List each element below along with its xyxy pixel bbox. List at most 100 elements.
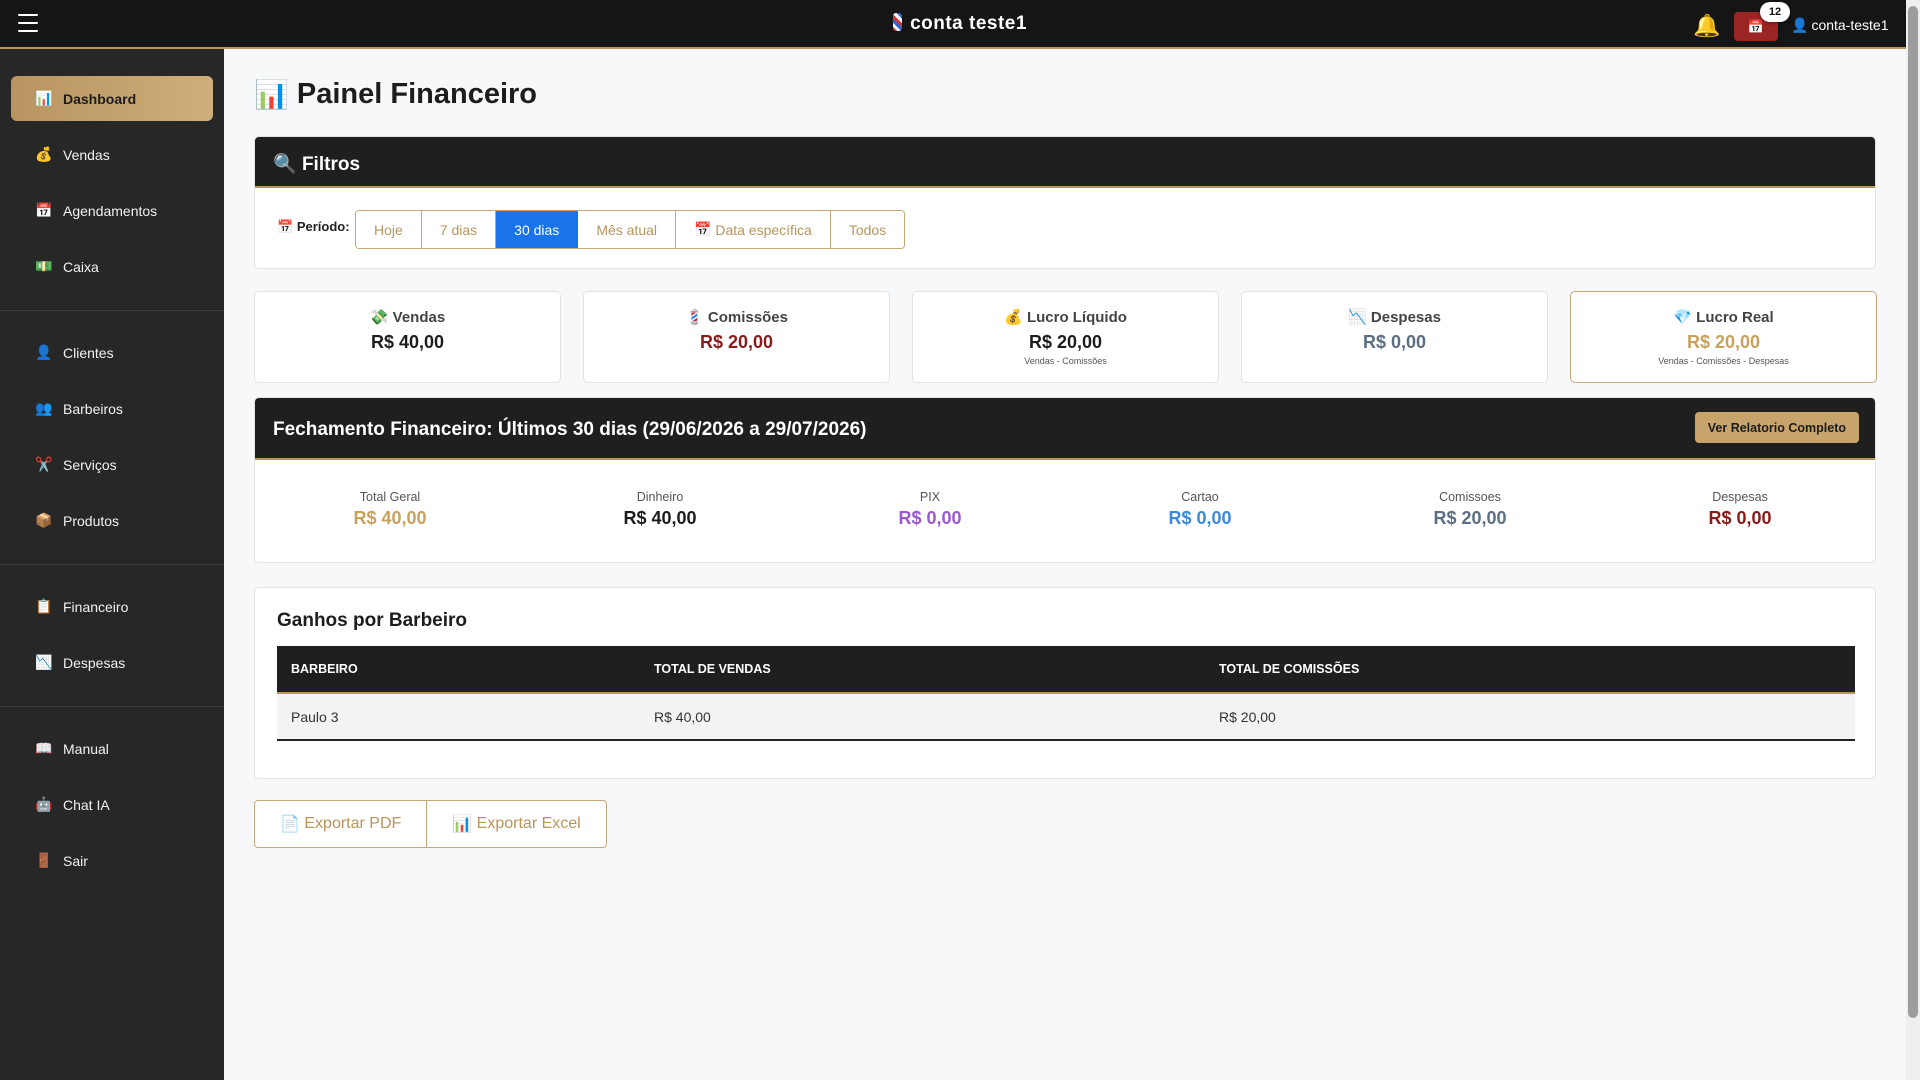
stat-card-lucro-real: 💎 Lucro Real R$ 20,00 Vendas - Comissões… [1570, 291, 1877, 383]
sidebar-item-label: Sair [63, 852, 88, 869]
user-menu[interactable]: 👤 conta-teste1 [1791, 17, 1889, 34]
hamburger-menu-icon[interactable] [18, 14, 38, 32]
money-bag-icon: 💰 [35, 146, 53, 162]
financial-closing-title: Fechamento Financeiro: Últimos 30 dias (… [273, 419, 867, 440]
earnings-table: BARBEIRO TOTAL DE VENDAS TOTAL DE COMISS… [277, 646, 1855, 741]
cell-total-vendas: R$ 40,00 [640, 693, 1205, 741]
period-label: 📅 Período: [277, 219, 350, 235]
sidebar-item-manual[interactable]: 📖 Manual [11, 726, 213, 771]
brand-title: conta teste1 [0, 13, 1920, 35]
page-title-text: Painel Financeiro [296, 78, 538, 110]
calendar-icon: 📅 [277, 219, 294, 234]
metric-label: PIX [919, 490, 941, 504]
period-option-7-dias[interactable]: 7 dias [421, 211, 497, 248]
stat-label: 💸 Vendas [255, 308, 560, 326]
sidebar-item-label: Manual [63, 740, 109, 757]
export-buttons: 📄 Exportar PDF 📊 Exportar Excel [254, 800, 607, 848]
filters-header: 🔍 Filtros [255, 137, 1875, 188]
metric-despesas: Despesas R$ 0,00 [1605, 490, 1875, 529]
sidebar-item-dashboard[interactable]: 📊 Dashboard [11, 76, 213, 121]
stat-value: R$ 20,00 [1686, 332, 1761, 352]
calendar-icon: 📅 [694, 221, 712, 237]
stat-label: 💈 Comissões [584, 308, 889, 326]
user-name: conta-teste1 [1811, 17, 1889, 33]
scrollbar-thumb[interactable] [1908, 6, 1918, 1018]
sidebar-item-caixa[interactable]: 💵 Caixa [11, 244, 213, 289]
chart-down-icon: 📉 [1348, 309, 1367, 326]
sidebar-item-sair[interactable]: 🚪 Sair [11, 838, 213, 883]
clipboard-icon: 📋 [35, 598, 53, 614]
financial-closing-header: Fechamento Financeiro: Últimos 30 dias (… [255, 398, 1875, 460]
sidebar-item-label: Caixa [63, 258, 99, 275]
metric-label: Dinheiro [636, 490, 684, 504]
vertical-scrollbar[interactable] [1906, 0, 1920, 1080]
sidebar-item-servicos[interactable]: ✂️ Serviços [11, 442, 213, 487]
sidebar-item-barbeiros[interactable]: 👥 Barbeiros [11, 386, 213, 431]
bar-chart-icon: 📊 [254, 79, 289, 110]
sidebar-divider [0, 310, 224, 311]
calendar-icon: 📅 [1747, 18, 1765, 34]
sidebar-item-financeiro[interactable]: 📋 Financeiro [11, 584, 213, 629]
metric-cartao: Cartao R$ 0,00 [1065, 490, 1335, 529]
metric-value: R$ 0,00 [1168, 508, 1232, 528]
stat-value: R$ 20,00 [699, 332, 774, 352]
period-option-mes-atual[interactable]: Mês atual [578, 211, 677, 248]
search-icon: 🔍 [273, 154, 297, 175]
stat-card-despesas: 📉 Despesas R$ 0,00 [1241, 291, 1548, 383]
bar-chart-icon: 📊 [35, 90, 53, 106]
stat-value: R$ 20,00 [1028, 332, 1103, 352]
sidebar-item-label: Financeiro [63, 598, 129, 615]
sidebar-item-label: Barbeiros [63, 400, 123, 417]
period-selector: Hoje 7 dias 30 dias Mês atual 📅 Data esp… [355, 210, 906, 249]
bar-chart-icon: 📊 [452, 816, 473, 833]
stat-note: Vendas - Comissões [1024, 356, 1107, 366]
stat-label: 📉 Despesas [1242, 308, 1547, 326]
closing-metrics: Total Geral R$ 40,00 Dinheiro R$ 40,00 PIX… [255, 490, 1875, 529]
sidebar-item-label: Chat IA [63, 796, 110, 813]
stat-label-text: Comissões [707, 309, 788, 326]
stat-card-vendas: 💸 Vendas R$ 40,00 [254, 291, 561, 383]
column-header-barbeiro: BARBEIRO [277, 646, 640, 694]
cell-barbeiro: Paulo 3 [277, 693, 640, 741]
sidebar-item-vendas[interactable]: 💰 Vendas [11, 132, 213, 177]
sidebar-item-label: Produtos [63, 512, 120, 529]
sidebar-item-clientes[interactable]: 👤 Clientes [11, 330, 213, 375]
bell-icon[interactable]: 🔔 [1693, 13, 1720, 39]
sidebar-item-produtos[interactable]: 📦 Produtos [11, 498, 213, 543]
sidebar-item-despesas[interactable]: 📉 Despesas [11, 640, 213, 685]
sidebar-item-label: Serviços [63, 456, 117, 473]
filters-title: Filtros [301, 154, 361, 175]
user-icon: 👤 [35, 344, 53, 360]
metric-value: R$ 20,00 [1433, 508, 1507, 528]
sidebar-divider [0, 564, 224, 565]
period-label-text: Período: [296, 219, 350, 234]
period-option-todos[interactable]: Todos [830, 211, 905, 248]
export-pdf-button[interactable]: 📄 Exportar PDF [254, 800, 428, 848]
door-icon: 🚪 [35, 852, 53, 868]
metric-label: Total Geral [359, 490, 421, 504]
metric-label: Cartao [1181, 490, 1219, 504]
page-title: 📊 Painel Financeiro [254, 78, 537, 111]
export-excel-label: Exportar Excel [476, 815, 581, 832]
period-option-30-dias[interactable]: 30 dias [496, 211, 579, 248]
table-header-row: BARBEIRO TOTAL DE VENDAS TOTAL DE COMISS… [277, 646, 1855, 694]
document-icon: 📄 [280, 816, 300, 833]
cell-total-comissoes: R$ 20,00 [1205, 693, 1855, 741]
export-excel-button[interactable]: 📊 Exportar Excel [427, 800, 607, 848]
full-report-button[interactable]: Ver Relatorio Completo [1694, 412, 1859, 443]
money-bag-icon: 💰 [1004, 309, 1023, 326]
sidebar: 📊 Dashboard 💰 Vendas 📅 Agendamentos 💵 Caixa … [0, 49, 224, 1080]
sidebar-item-chat-ia[interactable]: 🤖 Chat IA [11, 782, 213, 827]
financial-closing-card: Fechamento Financeiro: Últimos 30 dias (… [254, 397, 1876, 563]
column-header-total-vendas: TOTAL DE VENDAS [640, 646, 1205, 694]
notification-badge: 12 [1760, 2, 1790, 22]
calendar-icon: 📅 [35, 202, 53, 218]
sidebar-item-agendamentos[interactable]: 📅 Agendamentos [11, 188, 213, 233]
period-option-data-especifica[interactable]: 📅 Data específica [676, 211, 831, 248]
metric-value: R$ 0,00 [898, 508, 962, 528]
period-option-hoje[interactable]: Hoje [356, 211, 422, 248]
column-header-total-comissoes: TOTAL DE COMISSÕES [1205, 646, 1855, 694]
brand-label: conta teste1 [910, 13, 1027, 34]
money-wings-icon: 💸 [369, 309, 389, 326]
sidebar-item-label: Vendas [63, 146, 110, 163]
